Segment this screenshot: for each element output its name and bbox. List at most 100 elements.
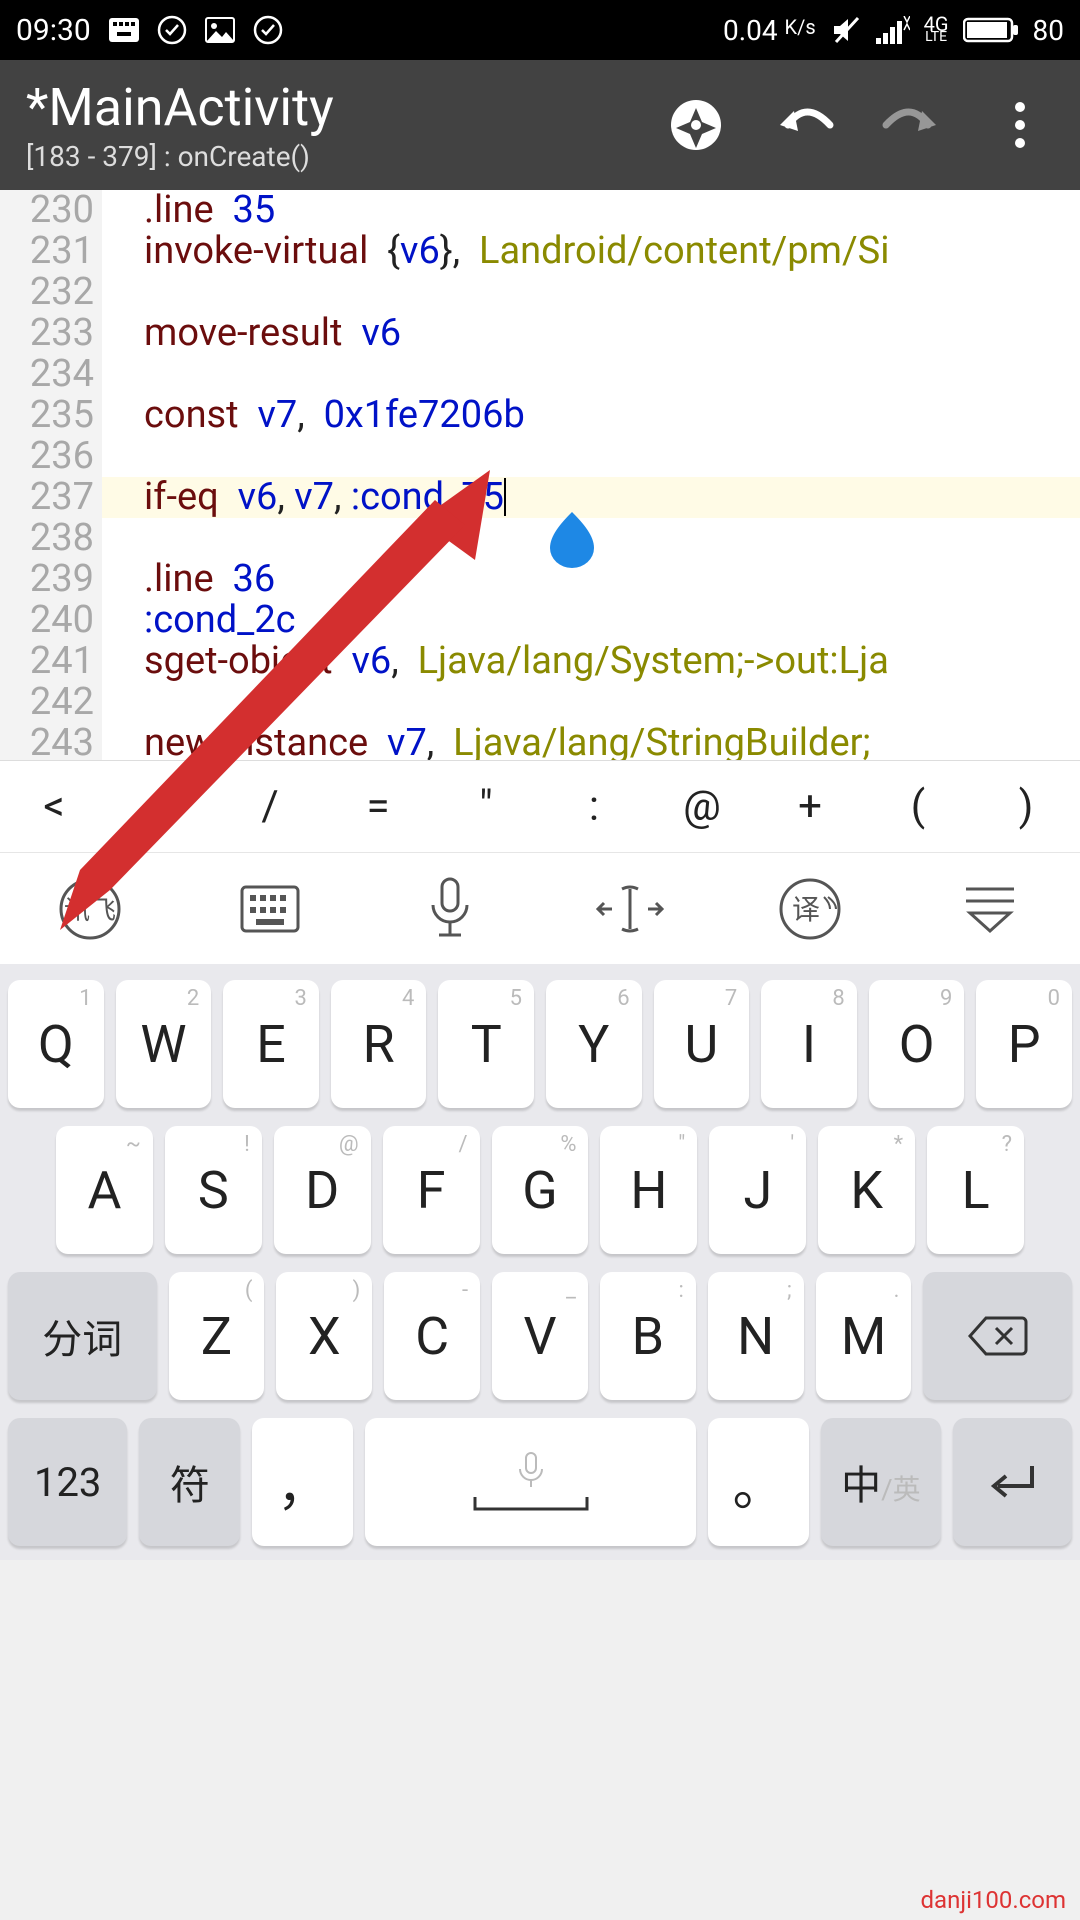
letter-key-b[interactable]: :B [600, 1272, 696, 1400]
code-line: sget-object v6, Ljava/lang/System;->out:… [102, 641, 1080, 682]
letter-key-f[interactable]: /F [383, 1126, 480, 1254]
status-time: 09:30 [16, 13, 91, 48]
letter-key-e[interactable]: 3E [223, 980, 319, 1108]
letter-key-d[interactable]: @D [274, 1126, 371, 1254]
letter-key-y[interactable]: 6Y [546, 980, 642, 1108]
signal-icon [876, 16, 910, 44]
letter-key-r[interactable]: 4R [331, 980, 427, 1108]
letter-key-l[interactable]: ?L [927, 1126, 1024, 1254]
letter-key-t[interactable]: 5T [438, 980, 534, 1108]
code-line [102, 354, 1080, 395]
line-number: 230 [0, 190, 102, 231]
line-number: 232 [0, 272, 102, 313]
line-number: 231 [0, 231, 102, 272]
line-number: 237 [0, 477, 102, 518]
space-key[interactable] [365, 1418, 696, 1546]
letter-key-w[interactable]: 2W [116, 980, 212, 1108]
battery-icon [963, 16, 1019, 44]
letter-key-h[interactable]: "H [600, 1126, 697, 1254]
letter-key-o[interactable]: 9O [869, 980, 965, 1108]
backspace-key[interactable] [923, 1272, 1072, 1400]
symbol-key[interactable]: > [108, 782, 216, 831]
undo-button[interactable] [772, 93, 836, 157]
symbol-key[interactable]: ( [864, 782, 972, 831]
soft-keyboard: 1Q2W3E4R5T6Y7U8I9O0P ~A!S@D/F%G"H'J*K?L … [0, 964, 1080, 1560]
symbol-key[interactable]: : [540, 782, 648, 831]
letter-key-v[interactable]: _V [492, 1272, 588, 1400]
letter-key-q[interactable]: 1Q [8, 980, 104, 1108]
voice-input-button[interactable] [410, 869, 490, 949]
code-area[interactable]: .line 35 invoke-virtual {v6}, Landroid/c… [102, 190, 1080, 760]
check-circle-icon-2 [253, 15, 283, 45]
letter-key-u[interactable]: 7U [654, 980, 750, 1108]
symbol-key[interactable]: @ [648, 782, 756, 831]
code-line: invoke-virtual {v6}, Landroid/content/pm… [102, 231, 1080, 272]
symbol-key[interactable]: / [216, 782, 324, 831]
check-circle-icon [157, 15, 187, 45]
line-number: 242 [0, 682, 102, 723]
symbol-key[interactable]: < [0, 782, 108, 831]
letter-key-j[interactable]: 'J [709, 1126, 806, 1254]
code-line: .line 35 [102, 190, 1080, 231]
navigate-button[interactable] [664, 93, 728, 157]
code-line: move-result v6 [102, 313, 1080, 354]
file-subtitle: [183 - 379] : onCreate() [26, 140, 664, 173]
symbol-key[interactable]: " [432, 782, 540, 831]
redo-button[interactable] [880, 93, 944, 157]
code-line [102, 682, 1080, 723]
line-number: 240 [0, 600, 102, 641]
language-switch-key[interactable]: 中/英 [821, 1418, 940, 1546]
svg-text:译: 译 [792, 893, 820, 926]
ime-toolbar: 讯飞 译 [0, 852, 1080, 964]
line-number: 238 [0, 518, 102, 559]
symbol-key[interactable]: ) [972, 782, 1080, 831]
letter-key-c[interactable]: -C [384, 1272, 480, 1400]
comma-key[interactable]: ， [252, 1418, 353, 1546]
cursor-mode-button[interactable] [590, 869, 670, 949]
text-cursor [504, 478, 506, 516]
numeric-key[interactable]: 123 [8, 1418, 127, 1546]
line-number: 239 [0, 559, 102, 600]
letter-key-s[interactable]: !S [165, 1126, 262, 1254]
segment-key[interactable]: 分词 [8, 1272, 157, 1400]
app-bar: *MainActivity [183 - 379] : onCreate() [0, 60, 1080, 190]
letter-key-a[interactable]: ~A [56, 1126, 153, 1254]
status-bar: 09:30 0.04 K/s 4GLTE 80 [0, 0, 1080, 60]
letter-key-m[interactable]: .M [816, 1272, 912, 1400]
symbol-key[interactable]: = [324, 782, 432, 831]
line-number: 235 [0, 395, 102, 436]
collapse-keyboard-button[interactable] [950, 869, 1030, 949]
line-gutter: 230 231 232 233 234 235 236 237 238 239 … [0, 190, 102, 760]
file-title: *MainActivity [26, 77, 664, 138]
letter-key-n[interactable]: ;N [708, 1272, 804, 1400]
symbols-key[interactable]: 符 [139, 1418, 240, 1546]
svg-text:讯飞: 讯飞 [64, 896, 116, 926]
translate-button[interactable]: 译 [770, 869, 850, 949]
overflow-menu-button[interactable] [988, 93, 1052, 157]
battery-percent: 80 [1033, 14, 1064, 47]
enter-key[interactable] [953, 1418, 1072, 1546]
code-line [102, 436, 1080, 477]
line-number: 234 [0, 354, 102, 395]
code-editor[interactable]: 230 231 232 233 234 235 236 237 238 239 … [0, 190, 1080, 760]
letter-key-z[interactable]: (Z [169, 1272, 265, 1400]
keyboard-row-3: 分词 (Z)X-C_V:B;N.M [8, 1272, 1072, 1400]
letter-key-p[interactable]: 0P [976, 980, 1072, 1108]
keyboard-row-4: 123 符 ， 。 中/英 [8, 1418, 1072, 1546]
mic-icon [515, 1451, 547, 1491]
cursor-handle[interactable] [550, 512, 594, 568]
symbol-key[interactable]: + [756, 782, 864, 831]
code-line [102, 272, 1080, 313]
line-number: 233 [0, 313, 102, 354]
letter-key-k[interactable]: *K [818, 1126, 915, 1254]
space-bar-icon [471, 1495, 591, 1513]
period-key[interactable]: 。 [708, 1418, 809, 1546]
ime-brand-button[interactable]: 讯飞 [50, 869, 130, 949]
line-number: 241 [0, 641, 102, 682]
keyboard-layout-button[interactable] [230, 869, 310, 949]
letter-key-x[interactable]: )X [276, 1272, 372, 1400]
letter-key-i[interactable]: 8I [761, 980, 857, 1108]
line-number: 243 [0, 723, 102, 760]
network-type: 4GLTE [924, 16, 949, 43]
letter-key-g[interactable]: %G [492, 1126, 589, 1254]
